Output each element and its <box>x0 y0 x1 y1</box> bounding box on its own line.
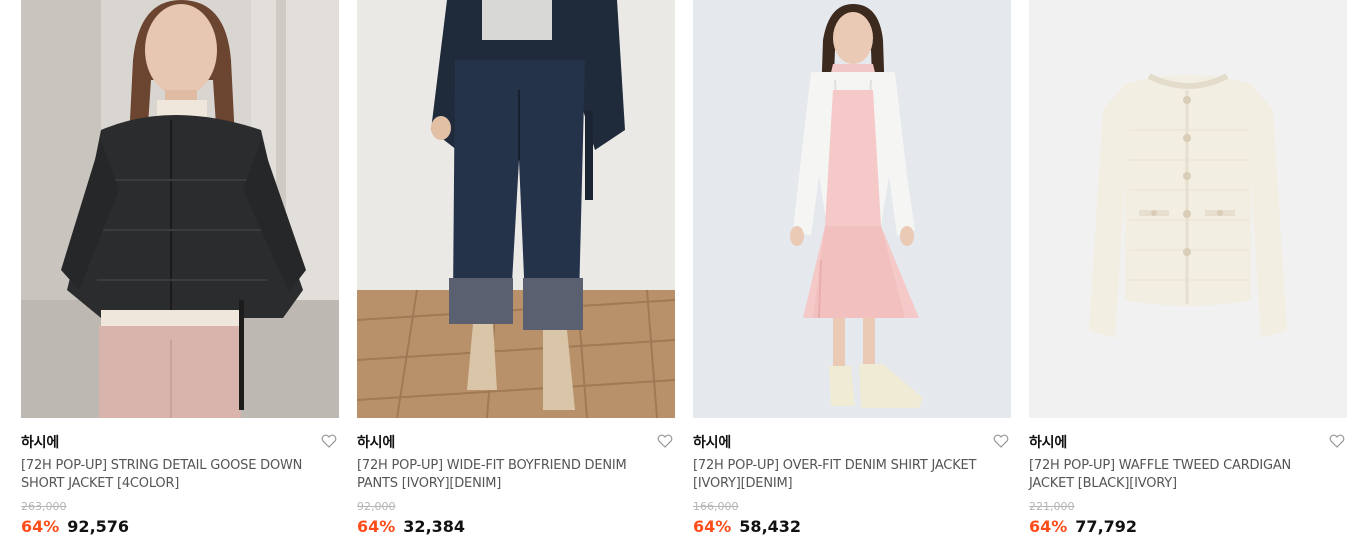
sale-price: 32,384 <box>403 517 466 536</box>
price-row: 64% 32,384 <box>357 517 465 536</box>
product-name[interactable]: [72H POP-UP] WIDE-FIT BOYFRIEND DENIM PA… <box>357 457 657 493</box>
product-image[interactable] <box>357 0 675 418</box>
product-card[interactable]: 하시에 [72H POP-UP] WIDE-FIT BOYFRIEND DENI… <box>357 0 675 550</box>
price-row: 64% 92,576 <box>21 517 129 536</box>
brand-name[interactable]: 하시에 <box>1029 432 1067 452</box>
price-row: 64% 77,792 <box>1029 517 1137 536</box>
product-image[interactable] <box>1029 0 1347 418</box>
product-grid: 하시에 [72H POP-UP] STRING DETAIL GOOSE DOW… <box>0 0 1350 550</box>
original-price: 166,000 <box>693 500 739 513</box>
sale-price: 92,576 <box>67 517 130 536</box>
brand-name[interactable]: 하시에 <box>21 432 59 452</box>
product-image[interactable] <box>693 0 1011 418</box>
heart-icon[interactable] <box>1329 433 1345 449</box>
brand-name[interactable]: 하시에 <box>693 432 731 452</box>
original-price: 263,000 <box>21 500 67 513</box>
product-name[interactable]: [72H POP-UP] WAFFLE TWEED CARDIGAN JACKE… <box>1029 457 1329 493</box>
heart-icon[interactable] <box>657 433 673 449</box>
product-name[interactable]: [72H POP-UP] OVER-FIT DENIM SHIRT JACKET… <box>693 457 993 493</box>
heart-icon[interactable] <box>993 433 1009 449</box>
sale-price: 58,432 <box>739 517 802 536</box>
heart-icon[interactable] <box>321 433 337 449</box>
brand-name[interactable]: 하시에 <box>357 432 395 452</box>
product-name[interactable]: [72H POP-UP] STRING DETAIL GOOSE DOWN SH… <box>21 457 321 493</box>
product-card[interactable]: 하시에 [72H POP-UP] STRING DETAIL GOOSE DOW… <box>21 0 339 550</box>
product-card[interactable]: 하시에 [72H POP-UP] OVER-FIT DENIM SHIRT JA… <box>693 0 1011 550</box>
discount-rate: 64% <box>21 517 60 536</box>
original-price: 92,000 <box>357 500 396 513</box>
original-price: 221,000 <box>1029 500 1075 513</box>
discount-rate: 64% <box>357 517 396 536</box>
product-card[interactable]: 하시에 [72H POP-UP] WAFFLE TWEED CARDIGAN J… <box>1029 0 1347 550</box>
price-row: 64% 58,432 <box>693 517 801 536</box>
discount-rate: 64% <box>693 517 732 536</box>
discount-rate: 64% <box>1029 517 1068 536</box>
sale-price: 77,792 <box>1075 517 1138 536</box>
product-image[interactable] <box>21 0 339 418</box>
